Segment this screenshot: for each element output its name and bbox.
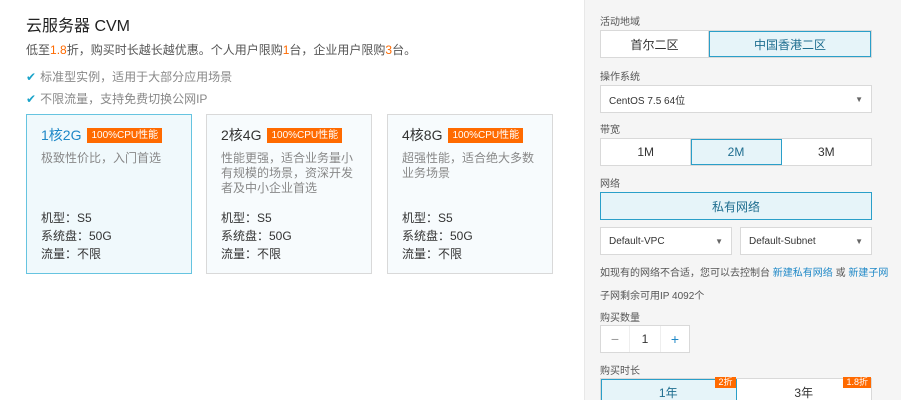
- discount-badge: 2折: [715, 377, 736, 388]
- bandwidth-option-2m[interactable]: 2M: [691, 139, 782, 165]
- quantity-label: 购买数量: [600, 313, 640, 324]
- card-disk: 系统盘：50G: [402, 229, 473, 243]
- instance-card-4c8g[interactable]: 4核8G 100%CPU性能 超强性能，适合绝大多数业务场景 机型：S5 系统盘…: [387, 114, 553, 274]
- caret-down-icon: ▼: [855, 94, 863, 104]
- card-model: 机型：S5: [41, 211, 92, 225]
- card-traffic: 流量：不限: [221, 247, 282, 261]
- duration-selector: 1年 2折 3年 1.8折: [600, 377, 872, 400]
- promo-text: 低至1.8折，购买时长越长越优惠。个人用户限购1台，企业用户限购3台。: [26, 41, 416, 58]
- product-title: 云服务器 CVM: [26, 18, 131, 35]
- region-option-seoul[interactable]: 首尔二区: [601, 31, 709, 57]
- os-label: 操作系统: [600, 72, 640, 83]
- region-option-hongkong[interactable]: 中国香港二区: [709, 31, 871, 57]
- promo-mid: 折，购买时长越长越优惠。个人用户限购: [66, 43, 283, 57]
- create-subnet-link[interactable]: 新建子网: [848, 268, 888, 279]
- card-meta: 机型：S5 系统盘：50G 流量：不限: [221, 209, 292, 263]
- duration-label-text: 3年: [794, 385, 814, 400]
- bandwidth-option-1m[interactable]: 1M: [601, 139, 692, 165]
- feature-item: ✔ 标准型实例，适用于大部分应用场景: [26, 68, 232, 85]
- quantity-stepper: − 1 +: [600, 325, 690, 353]
- duration-option-1y[interactable]: 1年 2折: [601, 377, 737, 400]
- discount-badge: 1.8折: [843, 377, 871, 388]
- promo-pre: 低至: [26, 43, 51, 57]
- create-vpc-link[interactable]: 新建私有网络: [773, 268, 833, 279]
- feature-text: 不限流量，支持免费切换公网IP: [40, 92, 208, 106]
- hint-pre: 如现有的网络不合适，您可以去控制台: [600, 268, 770, 279]
- os-value: CentOS 7.5 64位: [609, 95, 686, 107]
- card-spec: 2核4G: [221, 127, 262, 143]
- duration-label-text: 1年: [658, 385, 678, 400]
- caret-down-icon: ▼: [855, 236, 863, 246]
- region-label: 活动地域: [600, 17, 640, 28]
- cpu-badge: 100%CPU性能: [448, 127, 524, 143]
- card-traffic: 流量：不限: [41, 247, 102, 261]
- cpu-badge: 100%CPU性能: [87, 127, 163, 143]
- subnet-ip-count: 子网剩余可用IP 4092个: [600, 291, 705, 302]
- card-meta: 机型：S5 系统盘：50G 流量：不限: [41, 209, 112, 263]
- vpc-select[interactable]: Default-VPC ▼: [600, 227, 732, 255]
- check-icon: ✔: [26, 91, 37, 106]
- instance-card-2c4g[interactable]: 2核4G 100%CPU性能 性能更强，适合业务量小有规模的场景，资深开发者及中…: [206, 114, 372, 274]
- card-traffic: 流量：不限: [402, 247, 463, 261]
- quantity-value[interactable]: 1: [629, 326, 661, 352]
- card-desc: 性能更强，适合业务量小有规模的场景，资深开发者及中小企业首选: [221, 151, 354, 195]
- private-network-option[interactable]: 私有网络: [600, 192, 872, 220]
- promo-end: 台。: [392, 43, 417, 57]
- card-model: 机型：S5: [402, 211, 453, 225]
- duration-label: 购买时长: [600, 366, 640, 377]
- cpu-badge: 100%CPU性能: [267, 127, 343, 143]
- network-hint: 如现有的网络不合适，您可以去控制台 新建私有网络 或 新建子网: [600, 264, 888, 279]
- card-spec: 1核2G: [41, 127, 82, 143]
- decrement-button[interactable]: −: [601, 326, 629, 352]
- caret-down-icon: ▼: [715, 236, 723, 246]
- card-desc: 超强性能，适合绝大多数业务场景: [402, 151, 535, 180]
- card-disk: 系统盘：50G: [41, 229, 112, 243]
- instance-card-1c2g[interactable]: 1核2G 100%CPU性能 极致性价比，入门首选 机型：S5 系统盘：50G …: [26, 114, 192, 274]
- card-spec: 4核8G: [402, 127, 443, 143]
- card-meta: 机型：S5 系统盘：50G 流量：不限: [402, 209, 473, 263]
- feature-text: 标准型实例，适用于大部分应用场景: [40, 70, 233, 84]
- feature-item: ✔ 不限流量，支持免费切换公网IP: [26, 90, 207, 107]
- subnet-value: Default-Subnet: [749, 235, 816, 247]
- product-panel: 云服务器 CVM 低至1.8折，购买时长越长越优惠。个人用户限购1台，企业用户限…: [0, 0, 584, 400]
- os-select[interactable]: CentOS 7.5 64位 ▼: [600, 85, 872, 113]
- card-desc: 极致性价比，入门首选: [41, 151, 162, 165]
- duration-option-3y[interactable]: 3年 1.8折: [737, 377, 871, 400]
- card-disk: 系统盘：50G: [221, 229, 292, 243]
- hint-or: 或: [835, 268, 846, 279]
- subnet-select[interactable]: Default-Subnet ▼: [740, 227, 872, 255]
- region-selector: 首尔二区 中国香港二区: [600, 30, 872, 58]
- network-label: 网络: [600, 179, 620, 190]
- check-icon: ✔: [26, 69, 37, 84]
- bandwidth-label: 带宽: [600, 125, 620, 136]
- bandwidth-selector: 1M 2M 3M: [600, 138, 872, 166]
- vpc-value: Default-VPC: [609, 235, 665, 247]
- increment-button[interactable]: +: [661, 326, 689, 352]
- card-model: 机型：S5: [221, 211, 272, 225]
- bandwidth-option-3m[interactable]: 3M: [782, 139, 871, 165]
- promo-mid2: 台，企业用户限购: [289, 43, 386, 57]
- promo-rate: 1.8: [50, 43, 67, 57]
- config-panel: 活动地域 首尔二区 中国香港二区 操作系统 CentOS 7.5 64位 ▼ 带…: [584, 0, 901, 400]
